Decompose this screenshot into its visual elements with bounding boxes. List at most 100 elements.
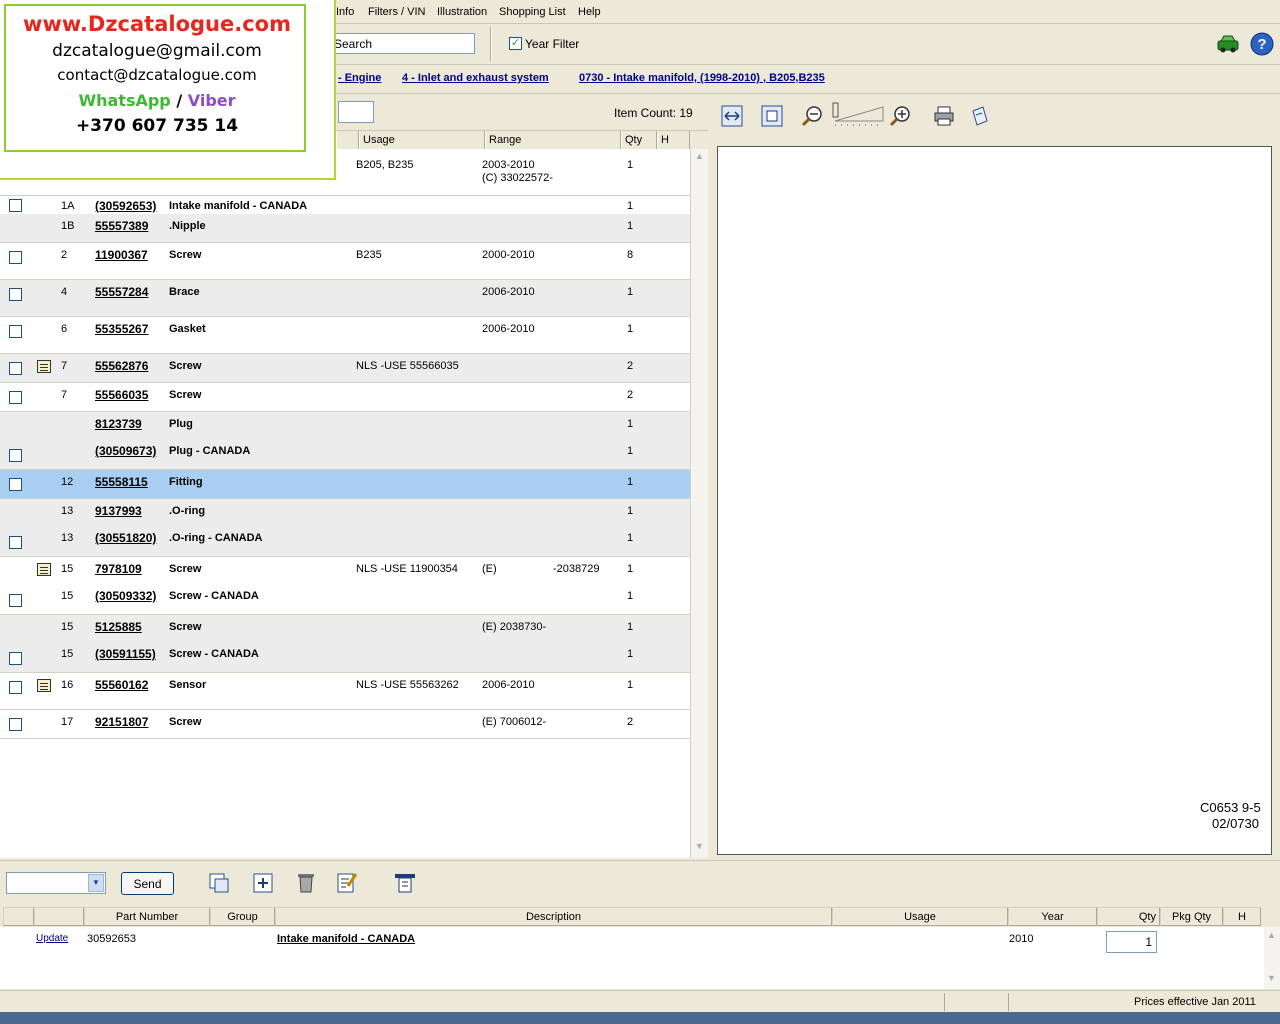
table-row[interactable]: 7 55562876 Screw NLS -USE 55566035 2 [0,354,690,383]
part-number[interactable]: (30551820) [95,531,156,545]
table-row[interactable]: 15 (30591155) Screw - CANADA 1 [0,644,690,673]
row-checkbox[interactable] [9,449,22,462]
cart-col-description[interactable]: Description [275,907,832,926]
row-checkbox[interactable] [9,362,22,375]
part-number[interactable]: 92151807 [95,715,148,729]
cart-col-qty[interactable]: Qty [1097,907,1160,926]
export-icon[interactable] [969,105,991,127]
row-checkbox[interactable] [9,251,22,264]
part-number[interactable]: 9137993 [95,504,142,518]
table-row[interactable]: 6 55355267 Gasket 2006-2010 1 [0,317,690,354]
row-checkbox[interactable] [9,199,22,212]
cart-col-year[interactable]: Year [1008,907,1097,926]
row-checkbox[interactable] [9,536,22,549]
cart-col-part-number[interactable]: Part Number [84,907,210,926]
car-icon[interactable] [1216,33,1239,55]
part-number[interactable]: 55562876 [95,359,148,373]
scroll-up-arrow[interactable]: ▲ [693,151,706,164]
row-checkbox[interactable] [9,391,22,404]
table-row[interactable]: 16 55560162 Sensor NLS -USE 55563262 2006-20… [0,673,690,710]
cart-scrollbar[interactable]: ▲ ▼ [1264,927,1280,989]
scroll-down-arrow[interactable]: ▼ [693,841,706,854]
row-checkbox[interactable] [9,478,22,491]
zoom-out-icon[interactable] [801,105,823,127]
breadcrumb-engine[interactable]: - Engine [338,72,381,84]
zoom-in-icon[interactable] [889,105,911,127]
parts-diagram[interactable]: C0653 9-5 02/0730 [717,146,1272,855]
send-button[interactable]: Send [121,872,174,895]
table-row[interactable]: 8123739 Plug 1 [0,412,690,441]
table-row[interactable]: 7 55566035 Screw 2 [0,383,690,412]
table-row[interactable]: 1B 55557389 .Nipple 1 [0,214,690,243]
table-row[interactable]: 17 92151807 Screw (E) 7006012- 2 [0,710,690,739]
fit-page-icon[interactable] [761,105,783,127]
fit-width-icon[interactable] [721,105,743,127]
cart-scroll-up-arrow[interactable]: ▲ [1265,930,1278,943]
shopping-list-select[interactable]: ▼ [6,872,106,894]
edit-list-icon[interactable] [336,871,358,893]
table-row[interactable]: 2 11900367 Screw B235 2000-2010 8 [0,243,690,280]
part-number[interactable]: 55557389 [95,219,148,233]
table-row[interactable]: 13 (30551820) .O-ring - CANADA 1 [0,528,690,557]
add-item-icon[interactable] [252,872,274,894]
menu-help[interactable]: Help [578,6,601,18]
table-row[interactable]: 12 55558115 Fitting 1 [0,470,690,499]
menu-shopping-list[interactable]: Shopping List [499,6,566,18]
print-icon[interactable] [933,105,955,127]
menu-filters-vin[interactable]: Filters / VIN [368,6,425,18]
cart-col-usage[interactable]: Usage [832,907,1008,926]
chevron-down-icon[interactable]: ▼ [88,874,104,892]
parts-filter-input[interactable] [338,101,374,123]
table-row[interactable]: (30509673) Plug - CANADA 1 [0,441,690,470]
part-number[interactable]: 8123739 [95,417,142,431]
year-filter-checkbox[interactable]: ✓ [509,37,522,50]
part-number[interactable]: (30592653) [95,199,156,213]
row-checkbox[interactable] [9,681,22,694]
part-number[interactable]: 55558115 [95,475,148,489]
col-header-h[interactable]: H [657,131,690,149]
table-row[interactable]: 13 9137993 .O-ring 1 [0,499,690,528]
cart-col-pkg-qty[interactable]: Pkg Qty [1160,907,1223,926]
note-document-icon[interactable] [37,360,51,373]
table-row[interactable]: 15 7978109 Screw NLS -USE 11900354 (E) -20387… [0,557,690,586]
part-number[interactable]: (30591155) [95,647,156,661]
report-icon[interactable] [394,872,416,894]
part-number[interactable]: (30509332) [95,589,156,603]
search-input[interactable] [329,33,475,54]
row-checkbox[interactable] [9,325,22,338]
cart-col-group[interactable]: Group [210,907,275,926]
part-number[interactable]: 11900367 [95,248,148,262]
cart-description[interactable]: Intake manifold - CANADA [277,933,415,945]
menu-illustration[interactable]: Illustration [437,6,487,18]
col-header-qty[interactable]: Qty [621,131,657,149]
cart-col-h[interactable]: H [1223,907,1261,926]
part-number[interactable]: 55355267 [95,322,148,336]
part-number[interactable]: (30509673) [95,444,156,458]
col-header-usage[interactable]: Usage [359,131,485,149]
menu-info[interactable]: Info [336,6,354,18]
note-document-icon[interactable] [37,679,51,692]
breadcrumb-inlet-exhaust[interactable]: 4 - Inlet and exhaust system [402,72,549,84]
table-row[interactable]: 4 55557284 Brace 2006-2010 1 [0,280,690,317]
trash-icon[interactable] [295,871,317,893]
row-checkbox[interactable] [9,718,22,731]
part-number[interactable]: 55560162 [95,678,148,692]
update-link[interactable]: Update [36,933,68,944]
breadcrumb-intake-manifold[interactable]: 0730 - Intake manifold, (1998-2010) , B2… [579,72,825,84]
zoom-slider[interactable] [831,101,887,129]
row-checkbox[interactable] [9,594,22,607]
note-document-icon[interactable] [37,563,51,576]
part-number[interactable]: 55566035 [95,388,148,402]
table-row[interactable]: 15 (30509332) Screw - CANADA 1 [0,586,690,615]
part-number[interactable]: 55557284 [95,285,148,299]
row-checkbox[interactable] [9,652,22,665]
part-number[interactable]: 7978109 [95,562,142,576]
col-header-range[interactable]: Range [485,131,621,149]
cart-qty-input[interactable] [1106,931,1157,953]
table-row[interactable]: 1A (30592653) Intake manifold - CANADA 1 [0,196,690,214]
parts-scrollbar[interactable]: ▲ ▼ [690,149,708,858]
row-checkbox[interactable] [9,288,22,301]
part-number[interactable]: 5125885 [95,620,142,634]
table-row[interactable]: 15 5125885 Screw (E) 2038730- 1 [0,615,690,644]
copy-icon[interactable] [208,872,230,894]
